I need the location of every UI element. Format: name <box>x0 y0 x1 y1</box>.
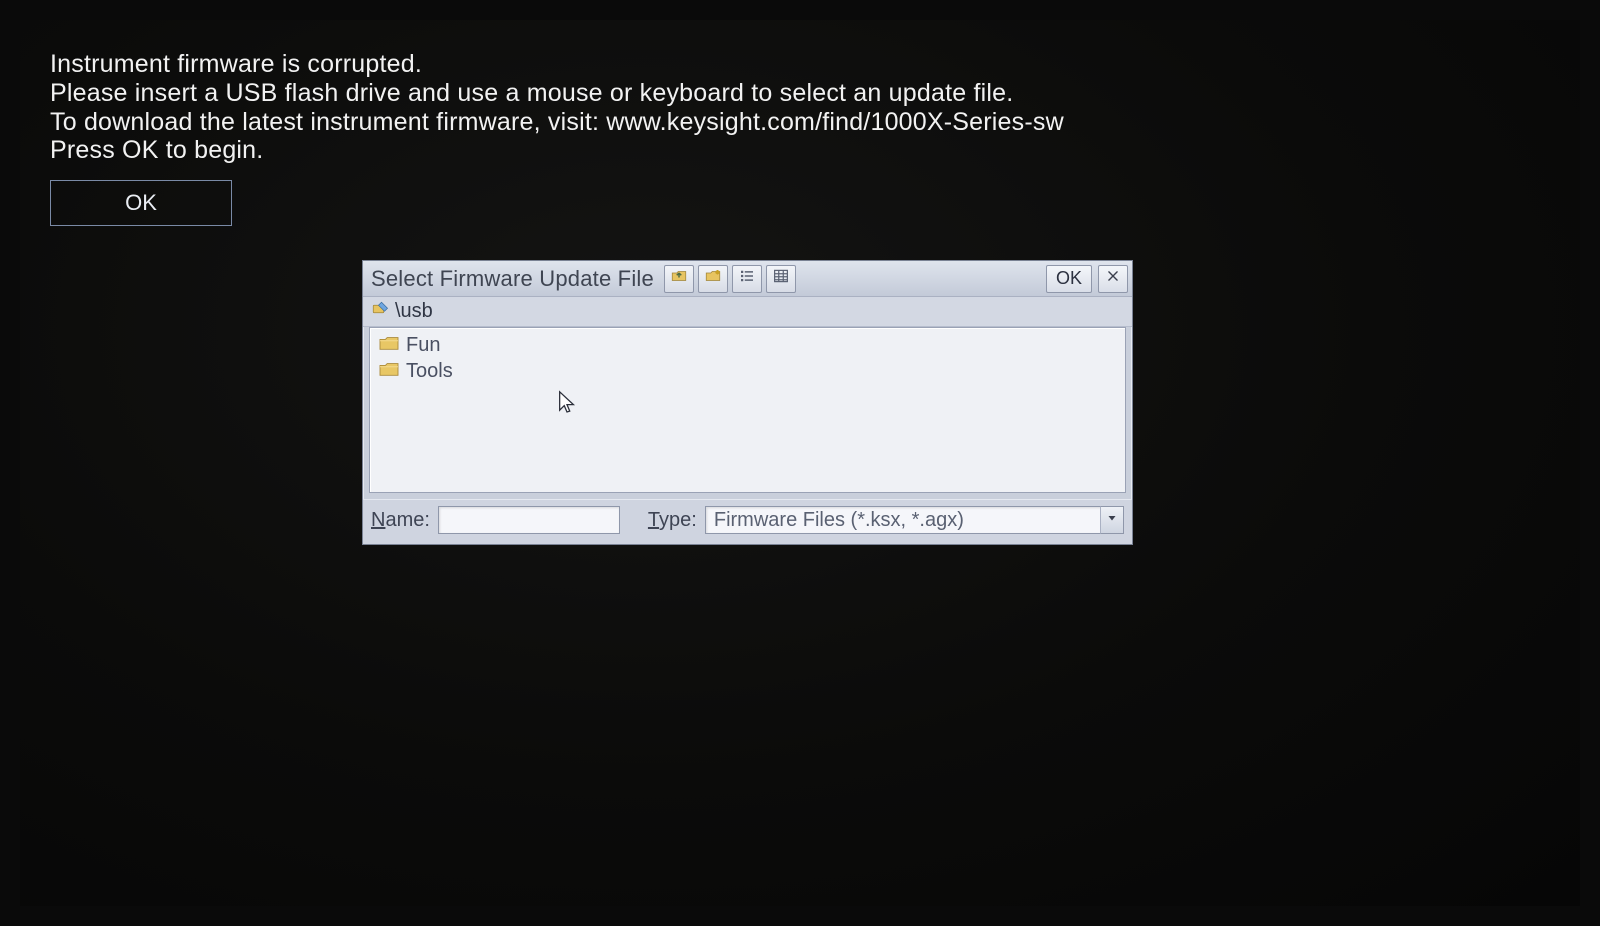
list-item-label: Tools <box>406 360 453 383</box>
dialog-titlebar: Select Firmware Update File <box>363 261 1132 297</box>
message-line-1: Instrument firmware is corrupted. <box>50 50 1064 79</box>
current-path: \usb <box>395 300 433 323</box>
type-dropdown-button[interactable] <box>1100 506 1124 534</box>
list-item[interactable]: Fun <box>378 332 1117 358</box>
dialog-bottom-bar: Name: Type: Firmware Files (*.ksx, *.agx… <box>363 499 1132 544</box>
view-details-icon <box>772 267 790 290</box>
firmware-message: Instrument firmware is corrupted. Please… <box>50 50 1064 165</box>
new-folder-icon <box>704 267 722 290</box>
up-folder-button[interactable] <box>664 265 694 293</box>
view-details-button[interactable] <box>766 265 796 293</box>
name-label: Name: <box>371 509 430 532</box>
mouse-cursor-icon <box>556 390 578 418</box>
dialog-close-button[interactable] <box>1098 265 1128 293</box>
message-line-4: Press OK to begin. <box>50 136 1064 165</box>
view-list-icon <box>738 267 756 290</box>
dialog-title: Select Firmware Update File <box>371 266 654 292</box>
message-line-3: To download the latest instrument firmwa… <box>50 108 1064 137</box>
list-item[interactable]: Tools <box>378 358 1117 384</box>
drive-icon <box>371 300 389 323</box>
ok-button-label: OK <box>125 190 157 216</box>
up-folder-icon <box>670 267 688 290</box>
type-select-value: Firmware Files (*.ksx, *.agx) <box>714 509 964 532</box>
file-dialog: Select Firmware Update File <box>362 260 1133 545</box>
close-icon <box>1106 269 1120 288</box>
type-select[interactable]: Firmware Files (*.ksx, *.agx) <box>705 506 1124 534</box>
name-input[interactable] <box>438 506 620 534</box>
type-label: Type: <box>648 509 697 532</box>
path-bar: \usb <box>363 297 1132 327</box>
dialog-ok-button[interactable]: OK <box>1046 265 1092 293</box>
new-folder-button[interactable] <box>698 265 728 293</box>
view-list-button[interactable] <box>732 265 762 293</box>
ok-button[interactable]: OK <box>50 180 232 226</box>
dialog-ok-label: OK <box>1056 268 1082 289</box>
folder-icon <box>378 334 400 357</box>
file-list[interactable]: Fun Tools <box>369 327 1126 493</box>
message-line-2: Please insert a USB flash drive and use … <box>50 79 1064 108</box>
folder-icon <box>378 360 400 383</box>
list-item-label: Fun <box>406 334 440 357</box>
chevron-down-icon <box>1106 511 1118 529</box>
